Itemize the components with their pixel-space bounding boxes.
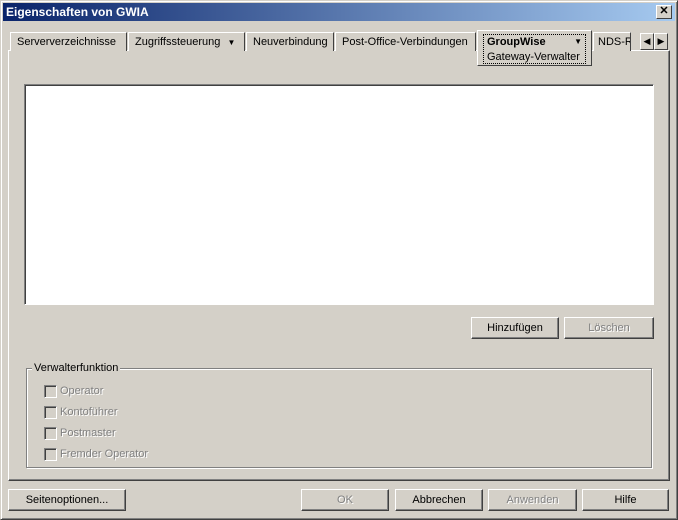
tab-label: Neuverbindung: [253, 36, 328, 48]
postmaster-checkbox[interactable]: [44, 427, 57, 440]
kontofuehrer-checkbox[interactable]: [44, 406, 57, 419]
close-button[interactable]: ✕: [656, 5, 672, 19]
checkbox-label: Fremder Operator: [60, 448, 149, 460]
tab-label: Serververzeichnisse: [17, 36, 117, 48]
tab-label: Post-Office-Verbindungen: [342, 36, 468, 48]
chevron-down-icon[interactable]: ▼: [574, 36, 582, 48]
delete-button[interactable]: Löschen: [564, 317, 654, 339]
ok-button[interactable]: OK: [301, 489, 389, 511]
chevron-down-icon[interactable]: ▼: [227, 38, 235, 47]
tab-label: Zugriffssteuerung: [135, 36, 221, 48]
cancel-button[interactable]: Abbrechen: [395, 489, 483, 511]
tab-neuverbindung[interactable]: Neuverbindung: [246, 32, 334, 51]
checkbox-label: Operator: [60, 385, 104, 397]
tab-post-office-verbindungen[interactable]: Post-Office-Verbindungen: [335, 32, 476, 51]
add-button[interactable]: Hinzufügen: [471, 317, 559, 339]
subtab-gateway-verwalter[interactable]: Gateway-Verwalter: [487, 51, 582, 63]
help-button[interactable]: Hilfe: [582, 489, 669, 511]
tab-scroll-left-icon[interactable]: ◀: [640, 33, 654, 50]
groupbox-title: Verwalterfunktion: [32, 362, 121, 374]
fremder-operator-checkbox[interactable]: [44, 448, 57, 461]
title-bar: Eigenschaften von GWIA ✕: [3, 3, 675, 21]
tab-label: GroupWise: [487, 36, 546, 48]
tab-label: NDS-R: [598, 36, 631, 48]
tab-nds-rechte[interactable]: NDS-R: [593, 32, 631, 51]
administrator-list[interactable]: [24, 84, 654, 305]
tab-groupwise[interactable]: GroupWise ▼ Gateway-Verwalter: [477, 30, 592, 66]
checkbox-label: Postmaster: [60, 427, 116, 439]
operator-checkbox[interactable]: [44, 385, 57, 398]
apply-button[interactable]: Anwenden: [488, 489, 577, 511]
checkbox-label: Kontoführer: [60, 406, 118, 418]
page-options-button[interactable]: Seitenoptionen...: [8, 489, 126, 511]
tab-scroll-right-icon[interactable]: ▶: [654, 33, 668, 50]
tab-zugriffssteuerung[interactable]: Zugriffssteuerung ▼: [128, 32, 245, 51]
window-title: Eigenschaften von GWIA: [6, 5, 149, 19]
tab-serververzeichnisse[interactable]: Serververzeichnisse: [10, 32, 127, 51]
